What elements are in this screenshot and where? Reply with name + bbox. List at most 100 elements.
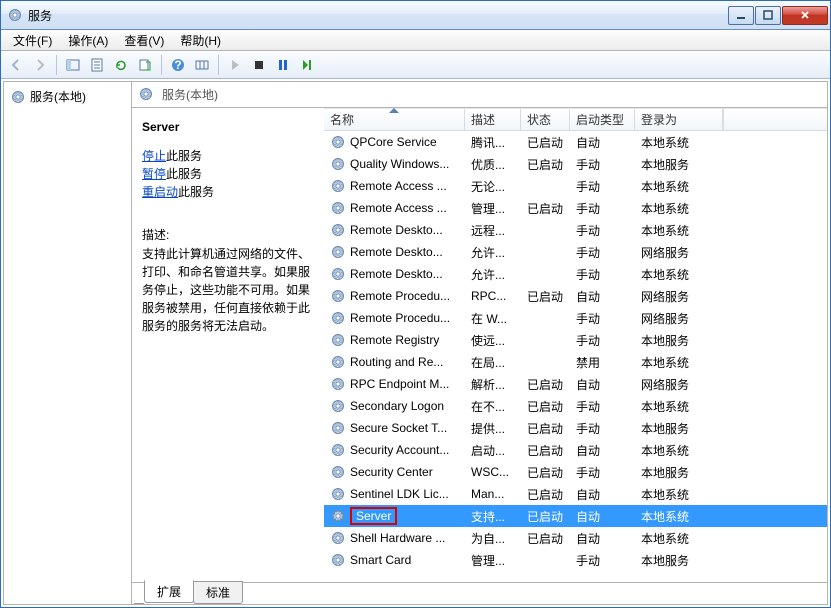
service-name: Remote Procedu... [350, 289, 450, 303]
help-button[interactable]: ? [167, 54, 189, 76]
col-startup[interactable]: 启动类型 [570, 109, 635, 130]
service-status: 已启动 [521, 508, 570, 525]
service-row[interactable]: Security Account...启动...已启动自动本地系统 [324, 439, 827, 461]
service-icon [330, 508, 346, 524]
service-row[interactable]: Remote Deskto...远程...手动本地系统 [324, 219, 827, 241]
service-logon: 本地服务 [635, 552, 723, 569]
service-icon [330, 332, 346, 348]
maximize-button[interactable] [755, 6, 781, 25]
col-desc[interactable]: 描述 [465, 109, 521, 130]
service-row[interactable]: Security CenterWSC...已启动手动本地服务 [324, 461, 827, 483]
service-row[interactable]: Remote Registry使远...手动本地服务 [324, 329, 827, 351]
client-area: 服务(本地) 服务(本地) Server 停止此服务 暂停此服务 重启动此服务 … [3, 81, 828, 605]
service-row[interactable]: Remote Deskto...允许...手动网络服务 [324, 241, 827, 263]
menu-help[interactable]: 帮助(H) [172, 30, 229, 51]
grid-body[interactable]: QPCore Service腾讯...已启动自动本地系统Quality Wind… [324, 131, 827, 582]
restart-service-button[interactable] [296, 54, 318, 76]
service-logon: 网络服务 [635, 376, 723, 393]
service-row[interactable]: Sentinel LDK Lic...Man...已启动自动本地系统 [324, 483, 827, 505]
start-service-button[interactable] [224, 54, 246, 76]
properties-button[interactable] [86, 54, 108, 76]
stop-service-button[interactable] [248, 54, 270, 76]
titlebar[interactable]: 服务 [1, 1, 830, 30]
service-desc: 在 W... [465, 310, 521, 327]
service-row[interactable]: Smart Card管理...手动本地服务 [324, 549, 827, 571]
service-row[interactable]: Remote Access ...管理...已启动手动本地系统 [324, 197, 827, 219]
menu-view[interactable]: 查看(V) [116, 30, 172, 51]
service-startup: 手动 [570, 266, 635, 283]
service-icon [330, 222, 346, 238]
service-icon [330, 398, 346, 414]
service-status: 已启动 [521, 156, 570, 173]
service-logon: 网络服务 [635, 310, 723, 327]
service-desc: 提供... [465, 420, 521, 437]
tab-extended[interactable]: 扩展 [144, 580, 194, 603]
col-name[interactable]: 名称 [324, 109, 465, 130]
service-logon: 本地服务 [635, 420, 723, 437]
menubar: 文件(F) 操作(A) 查看(V) 帮助(H) [1, 30, 830, 51]
restart-link[interactable]: 重启动 [142, 185, 178, 199]
service-row[interactable]: Server支持...已启动自动本地系统 [324, 505, 827, 527]
minimize-button[interactable] [728, 6, 754, 25]
tab-standard[interactable]: 标准 [193, 581, 243, 604]
service-row[interactable]: Quality Windows...优质...已启动手动本地服务 [324, 153, 827, 175]
service-row[interactable]: Shell Hardware ...为自...已启动自动本地系统 [324, 527, 827, 549]
service-status: 已启动 [521, 464, 570, 481]
service-row[interactable]: Remote Access ...无论...手动本地系统 [324, 175, 827, 197]
service-startup: 手动 [570, 178, 635, 195]
service-row[interactable]: Remote Procedu...在 W...手动网络服务 [324, 307, 827, 329]
columns-button[interactable] [191, 54, 213, 76]
info-panel: Server 停止此服务 暂停此服务 重启动此服务 描述: 支持此计算机通过网络… [132, 108, 324, 582]
service-logon: 网络服务 [635, 244, 723, 261]
service-name: Security Center [350, 465, 433, 479]
service-desc: 为自... [465, 530, 521, 547]
stop-link[interactable]: 停止 [142, 149, 166, 163]
tree-root[interactable]: 服务(本地) [8, 86, 127, 107]
col-status[interactable]: 状态 [521, 109, 570, 130]
service-status: 已启动 [521, 486, 570, 503]
service-desc: 管理... [465, 200, 521, 217]
services-window: 服务 文件(F) 操作(A) 查看(V) 帮助(H) ? [0, 0, 831, 608]
service-desc: 在不... [465, 398, 521, 415]
service-icon [330, 288, 346, 304]
service-row[interactable]: QPCore Service腾讯...已启动自动本地系统 [324, 131, 827, 153]
service-row[interactable]: Routing and Re...在局...禁用本地系统 [324, 351, 827, 373]
service-logon: 本地系统 [635, 134, 723, 151]
service-desc: 腾讯... [465, 134, 521, 151]
pause-link[interactable]: 暂停 [142, 167, 166, 181]
service-name: Security Account... [350, 443, 449, 457]
service-startup: 手动 [570, 310, 635, 327]
back-button[interactable] [5, 54, 27, 76]
service-icon [330, 178, 346, 194]
service-icon [330, 200, 346, 216]
service-status: 已启动 [521, 200, 570, 217]
desc-label: 描述: [142, 226, 314, 243]
service-row[interactable]: Secure Socket T...提供...已启动手动本地服务 [324, 417, 827, 439]
service-row[interactable]: Remote Deskto...允许...手动本地系统 [324, 263, 827, 285]
service-startup: 手动 [570, 222, 635, 239]
service-desc: WSC... [465, 465, 521, 479]
service-row[interactable]: Remote Procedu...RPC...已启动自动网络服务 [324, 285, 827, 307]
service-status: 已启动 [521, 442, 570, 459]
forward-button[interactable] [29, 54, 51, 76]
close-button[interactable] [782, 6, 828, 25]
menu-action[interactable]: 操作(A) [60, 30, 116, 51]
service-desc: 无论... [465, 178, 521, 195]
col-logon[interactable]: 登录为 [635, 109, 723, 130]
export-button[interactable] [134, 54, 156, 76]
service-status: 已启动 [521, 134, 570, 151]
service-startup: 手动 [570, 156, 635, 173]
refresh-button[interactable] [110, 54, 132, 76]
service-logon: 本地系统 [635, 398, 723, 415]
service-startup: 手动 [570, 464, 635, 481]
show-hide-tree-button[interactable] [62, 54, 84, 76]
service-name: Remote Access ... [350, 201, 447, 215]
menu-file[interactable]: 文件(F) [5, 30, 60, 51]
service-row[interactable]: RPC Endpoint M...解析...已启动自动网络服务 [324, 373, 827, 395]
service-desc: 优质... [465, 156, 521, 173]
service-desc: 管理... [465, 552, 521, 569]
pause-service-button[interactable] [272, 54, 294, 76]
service-logon: 本地服务 [635, 332, 723, 349]
service-desc: Man... [465, 487, 521, 501]
service-row[interactable]: Secondary Logon在不...已启动手动本地系统 [324, 395, 827, 417]
